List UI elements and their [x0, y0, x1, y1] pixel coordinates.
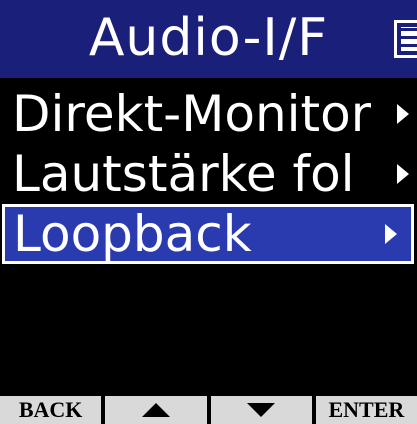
menu-item-label: Loopback [13, 207, 252, 261]
menu-item-direkt-monitor[interactable]: Direkt-Monitor [0, 84, 417, 144]
menu-item-loopback[interactable]: Loopback [2, 204, 414, 264]
menu-item-label: Lautstärke fol [12, 145, 355, 203]
battery-icon [394, 20, 417, 58]
chevron-right-icon [397, 164, 409, 184]
up-button[interactable] [105, 396, 207, 424]
menu-list: Direkt-Monitor Lautstärke fol Loopback [0, 84, 417, 264]
enter-button[interactable]: ENTER [315, 396, 417, 424]
screen-title: Audio-I/F [88, 8, 329, 68]
header-bar: Audio-I/F [0, 0, 417, 78]
up-arrow-icon [141, 403, 170, 417]
back-button[interactable]: BACK [0, 396, 102, 424]
menu-item-label: Direkt-Monitor [12, 85, 372, 143]
down-arrow-icon [247, 403, 276, 417]
function-key-bar: BACK ENTER [0, 396, 417, 424]
down-button[interactable] [210, 396, 312, 424]
chevron-right-icon [397, 104, 409, 124]
chevron-right-icon [385, 224, 397, 244]
menu-item-lautstaerke[interactable]: Lautstärke fol [0, 144, 417, 204]
